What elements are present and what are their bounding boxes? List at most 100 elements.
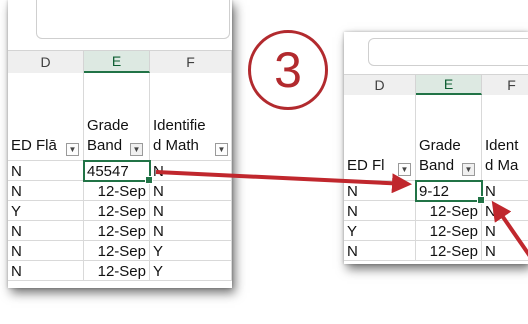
cell-value: 12-Sep bbox=[97, 243, 146, 260]
filter-dropdown-icon[interactable]: ▼ bbox=[398, 163, 411, 176]
header-label: Band bbox=[419, 157, 455, 174]
cell-e[interactable]: 12-Sep bbox=[84, 221, 150, 241]
cell-d[interactable]: N bbox=[344, 201, 416, 221]
header-label: d Ma bbox=[485, 157, 519, 174]
column-letter: E bbox=[443, 76, 454, 92]
header-cell-grade-band[interactable]: Grade Band ▼ bbox=[416, 95, 482, 181]
cell-f[interactable]: N bbox=[150, 221, 232, 241]
cell-e[interactable]: 12-Sep bbox=[416, 241, 482, 261]
header-cell-identified-math[interactable]: Identifie d Math ▼ bbox=[150, 73, 232, 161]
column-header-e[interactable]: E bbox=[84, 51, 150, 73]
header-cell-grade-band[interactable]: Grade Band ▼ bbox=[84, 73, 150, 161]
cell-value: 12-Sep bbox=[429, 203, 478, 220]
header-cell-ed-flag[interactable]: ED Flā ▼ bbox=[8, 73, 84, 161]
header-label: ED Flā bbox=[11, 137, 57, 154]
cell-value: N bbox=[11, 223, 22, 240]
cell-f[interactable]: N bbox=[150, 201, 232, 221]
cell-f[interactable]: Y bbox=[150, 241, 232, 261]
cell-e[interactable]: 45547 bbox=[84, 161, 150, 181]
header-label: ED Fl bbox=[347, 157, 385, 174]
cell-value: N bbox=[485, 243, 496, 260]
column-letter: F bbox=[186, 54, 195, 70]
cell-value: N bbox=[11, 243, 22, 260]
formula-bar[interactable] bbox=[36, 0, 230, 39]
cell-value: 12-Sep bbox=[429, 243, 478, 260]
cell-d[interactable]: Y bbox=[344, 221, 416, 241]
column-header-row: D E F bbox=[8, 50, 232, 74]
header-label: Grade bbox=[419, 137, 461, 154]
cell-e[interactable]: 12-Sep bbox=[84, 201, 150, 221]
filter-dropdown-icon[interactable]: ▼ bbox=[215, 143, 228, 156]
filter-dropdown-icon[interactable]: ▼ bbox=[66, 143, 79, 156]
column-header-d[interactable]: D bbox=[344, 75, 416, 95]
right-spreadsheet-panel: D E F ED Fl ▼ Grade Band ▼ Ident d Ma N … bbox=[344, 32, 528, 264]
cell-e[interactable]: 12-Sep bbox=[84, 181, 150, 201]
cell-value: N bbox=[485, 223, 496, 240]
cell-d[interactable]: N bbox=[344, 241, 416, 261]
cell-e[interactable]: 12-Sep bbox=[416, 221, 482, 241]
cell-d[interactable]: N bbox=[8, 241, 84, 261]
column-header-f[interactable]: F bbox=[150, 51, 232, 73]
cell-value: N bbox=[485, 203, 496, 220]
cell-d[interactable]: N bbox=[8, 161, 84, 181]
cell-value: 12-Sep bbox=[97, 263, 146, 280]
cell-d[interactable]: N bbox=[344, 181, 416, 201]
filter-active-icon[interactable]: ▼ bbox=[462, 163, 475, 176]
column-header-e[interactable]: E bbox=[416, 75, 482, 95]
column-letter: D bbox=[40, 54, 51, 70]
cell-e[interactable]: 9-12 bbox=[416, 181, 482, 201]
cell-e[interactable]: 12-Sep bbox=[84, 241, 150, 261]
cell-value: N bbox=[11, 163, 22, 180]
cell-value: N bbox=[153, 183, 164, 200]
column-header-row: D E F bbox=[344, 74, 528, 96]
header-label: Identifie bbox=[153, 117, 206, 134]
cell-value: 45547 bbox=[87, 163, 129, 180]
cell-value: N bbox=[153, 163, 164, 180]
cell-value: 9-12 bbox=[419, 183, 450, 200]
cell-d[interactable]: Y bbox=[8, 201, 84, 221]
cell-value: Y bbox=[153, 263, 164, 280]
sheet-grid: ED Fl ▼ Grade Band ▼ Ident d Ma N 9-12 N… bbox=[344, 95, 528, 264]
header-label: Band bbox=[87, 137, 123, 154]
cell-value: N bbox=[11, 263, 22, 280]
cell-value: N bbox=[485, 183, 496, 200]
cell-d[interactable]: N bbox=[8, 261, 84, 281]
cell-value: 12-Sep bbox=[97, 183, 146, 200]
filter-active-icon[interactable]: ▼ bbox=[130, 143, 143, 156]
cell-f[interactable]: N bbox=[482, 201, 528, 221]
header-label: Grade bbox=[87, 117, 129, 134]
column-letter: F bbox=[507, 77, 516, 93]
cell-f[interactable]: Y bbox=[150, 261, 232, 281]
header-label: d Math bbox=[153, 137, 199, 154]
cell-value: 12-Sep bbox=[97, 223, 146, 240]
cell-e[interactable]: 12-Sep bbox=[84, 261, 150, 281]
cell-value: N bbox=[153, 223, 164, 240]
column-header-d[interactable]: D bbox=[8, 51, 84, 73]
step-number: 3 bbox=[274, 42, 302, 98]
cell-value: 12-Sep bbox=[429, 223, 478, 240]
cell-value: Y bbox=[153, 243, 164, 260]
cell-value: Y bbox=[347, 223, 358, 240]
header-cell-identified-math[interactable]: Ident d Ma bbox=[482, 95, 528, 181]
cell-f[interactable]: N bbox=[150, 181, 232, 201]
cell-d[interactable]: N bbox=[8, 221, 84, 241]
cell-f[interactable]: N bbox=[482, 221, 528, 241]
column-letter: D bbox=[374, 77, 385, 93]
header-cell-ed-flag[interactable]: ED Fl ▼ bbox=[344, 95, 416, 181]
header-label: Ident bbox=[485, 137, 519, 154]
cell-f[interactable]: N bbox=[150, 161, 232, 181]
cell-value: 12-Sep bbox=[97, 203, 146, 220]
cell-f[interactable]: N bbox=[482, 241, 528, 261]
step-number-badge: 3 bbox=[248, 30, 328, 110]
cell-e[interactable]: 12-Sep bbox=[416, 201, 482, 221]
cell-d[interactable]: N bbox=[8, 181, 84, 201]
cell-value: N bbox=[153, 203, 164, 220]
formula-bar[interactable] bbox=[368, 38, 528, 66]
column-header-f[interactable]: F bbox=[482, 75, 528, 95]
cell-f[interactable]: N bbox=[482, 181, 528, 201]
cell-value: Y bbox=[11, 203, 22, 220]
column-letter: E bbox=[111, 53, 122, 69]
cell-value: N bbox=[11, 183, 22, 200]
left-spreadsheet-panel: D E F ED Flā ▼ Grade Band ▼ Identifie d … bbox=[8, 0, 232, 288]
cell-value: N bbox=[347, 203, 358, 220]
